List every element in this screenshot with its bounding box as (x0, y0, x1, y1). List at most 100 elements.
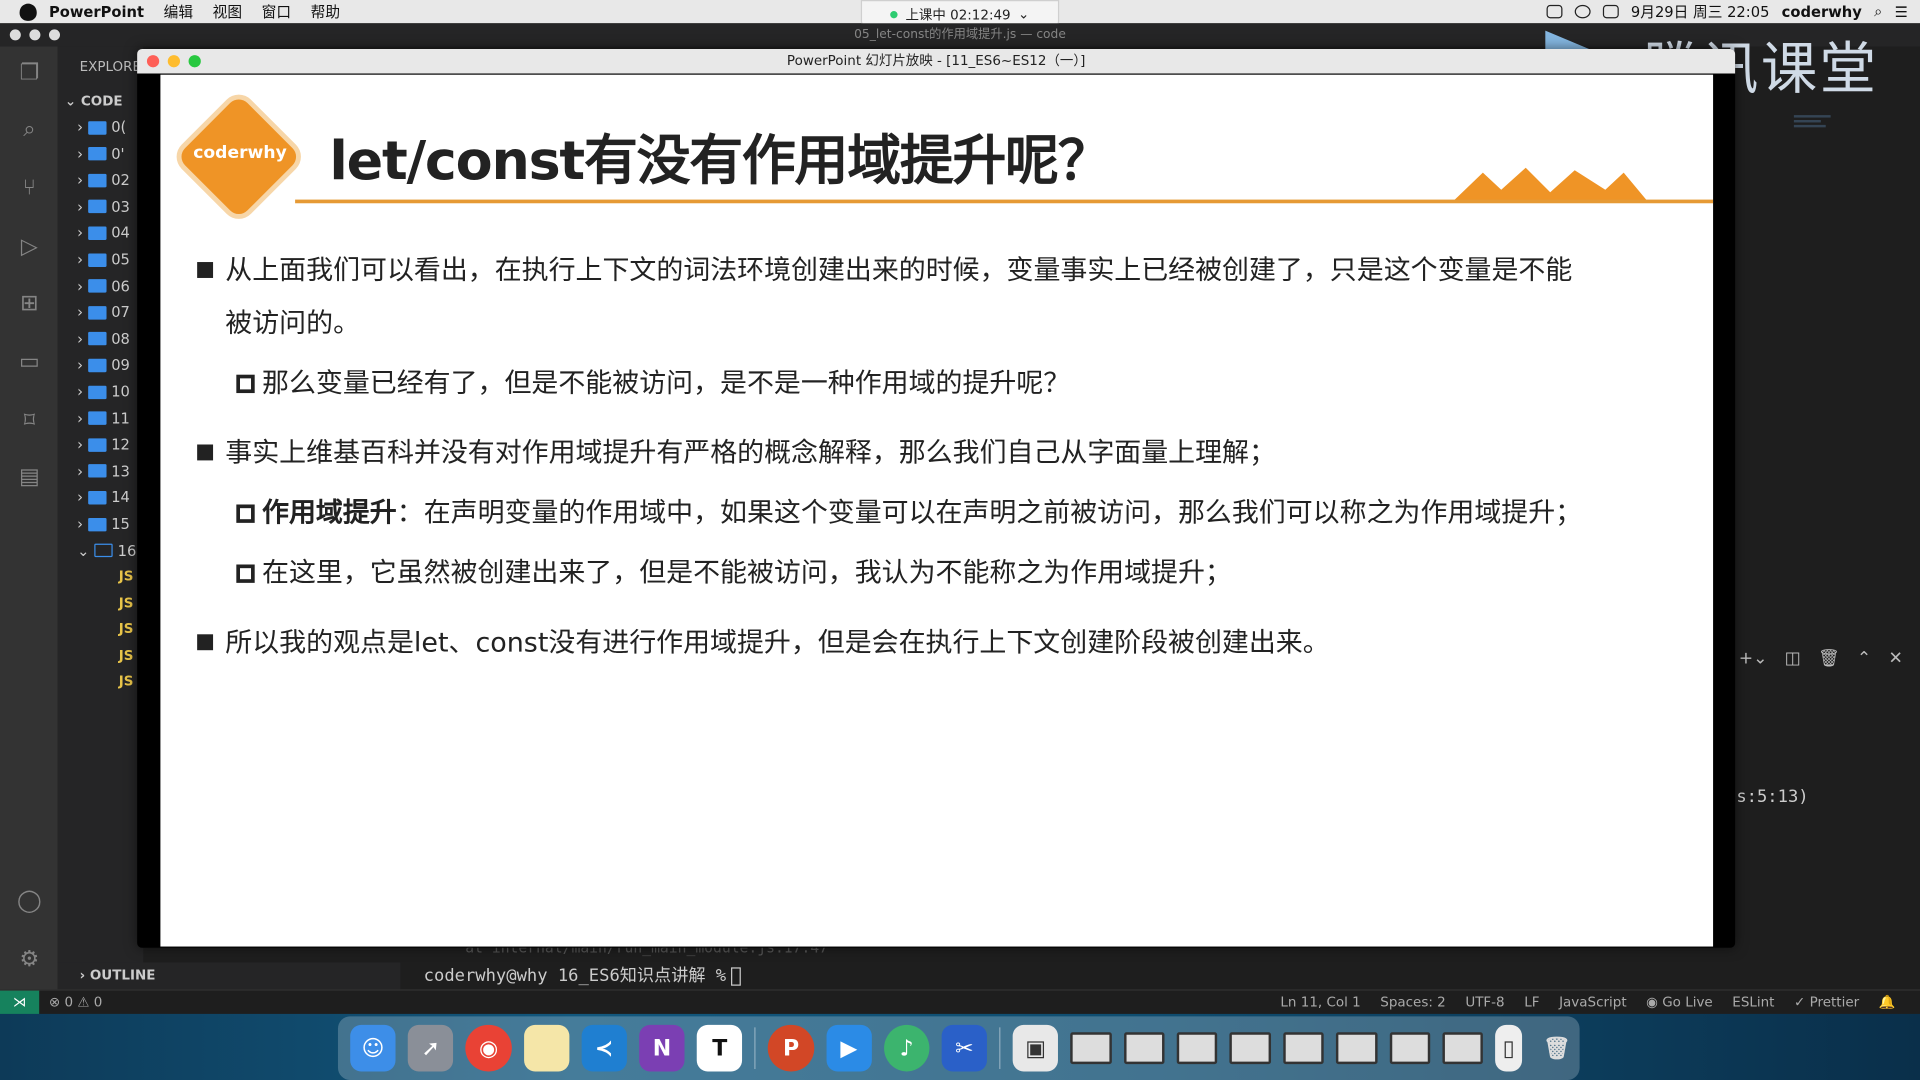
maximize-dot[interactable] (48, 29, 61, 41)
folder-item[interactable]: › 13 (77, 459, 130, 483)
powerpoint-icon[interactable]: P (768, 1024, 814, 1072)
finder-icon[interactable]: ☺ (350, 1024, 396, 1072)
menu-help[interactable]: 帮助 (311, 1, 340, 22)
account-icon[interactable]: ◯ (15, 887, 44, 916)
workspace-root[interactable]: ⌄ CODE (65, 93, 123, 109)
notes-icon[interactable] (523, 1024, 570, 1072)
terminal-prompt[interactable]: coderwhy@why 16_ES6知识点讲解 % (424, 962, 741, 986)
tencent-class-icon[interactable]: ▶ (826, 1024, 872, 1072)
project-manager-icon[interactable]: ▤ (15, 463, 44, 492)
apple-icon[interactable] (19, 3, 37, 21)
wifi-icon[interactable] (1574, 4, 1591, 19)
minimized-window-thumb[interactable] (1123, 1032, 1165, 1065)
menubar-date[interactable]: 9月29日 周三 22:05 (1631, 1, 1770, 22)
outline-section[interactable]: › OUTLINE (57, 962, 401, 990)
logo-text: coderwhy (193, 143, 287, 163)
encoding[interactable]: UTF-8 (1465, 994, 1504, 1010)
document-icon[interactable]: ▯ (1495, 1024, 1522, 1072)
menu-edit[interactable]: 编辑 (164, 1, 193, 22)
remote-indicator[interactable]: ⋊ (0, 990, 40, 1015)
cursor-position[interactable]: Ln 11, Col 1 (1280, 994, 1360, 1010)
trash-icon[interactable]: 🗑 (1818, 649, 1840, 669)
minimap[interactable] (1793, 115, 1843, 135)
prettier-status[interactable]: ✓ Prettier (1794, 994, 1859, 1010)
search-icon[interactable]: ⌕ (15, 115, 44, 144)
folder-item[interactable]: › 0( (77, 115, 126, 139)
slide[interactable]: coderwhy let/const有没有作用域提升呢？ 从上面我们可以看出，在… (160, 74, 1714, 947)
trash-icon[interactable]: 🗑 (1534, 1025, 1580, 1072)
js-file-icon[interactable]: JS (119, 568, 134, 584)
bookmark-icon[interactable]: ⌑ (15, 407, 44, 436)
minimize-dot[interactable] (29, 29, 41, 41)
problems-count[interactable]: ⊗ 0 ⚠ 0 (49, 994, 102, 1010)
square-bullet-icon (197, 262, 214, 278)
indentation[interactable]: Spaces: 2 (1380, 994, 1445, 1010)
notifications-icon[interactable]: 🔔 (1879, 994, 1896, 1010)
launchpad-icon[interactable]: ➚ (408, 1024, 454, 1072)
qqmusic-icon[interactable]: ♪ (883, 1024, 930, 1072)
preview-icon[interactable]: ▣ (1012, 1024, 1059, 1072)
folder-item[interactable]: › 05 (77, 247, 130, 271)
minimized-window-thumb[interactable] (1283, 1032, 1324, 1065)
extensions-icon[interactable]: ⊞ (15, 289, 44, 318)
minimized-window-thumb[interactable] (1442, 1032, 1484, 1065)
js-file-icon[interactable]: JS (119, 648, 134, 664)
control-center-icon[interactable]: ☰ (1895, 3, 1908, 20)
folder-item[interactable]: › 11 (77, 406, 130, 430)
minimize-button[interactable] (167, 55, 181, 68)
minimized-window-thumb[interactable] (1336, 1032, 1378, 1065)
search-icon[interactable]: ⌕ (1874, 2, 1882, 20)
powerpoint-slideshow-window[interactable]: PowerPoint 幻灯片放映 - [11_ES6~ES12（一）] code… (137, 48, 1736, 948)
bluetooth-icon[interactable] (1602, 4, 1619, 19)
typora-icon[interactable]: T (697, 1024, 743, 1072)
folder-item[interactable]: › 0' (77, 142, 124, 166)
folder-item[interactable]: › 08 (77, 327, 130, 351)
snipaste-icon[interactable]: ✂ (941, 1024, 988, 1072)
close-dot[interactable] (9, 29, 21, 41)
run-debug-icon[interactable]: ▷ (15, 233, 44, 262)
onenote-icon[interactable]: N (639, 1024, 685, 1072)
end-of-line[interactable]: LF (1524, 994, 1539, 1010)
folder-item[interactable]: › 14 (77, 485, 130, 509)
folder-label: 15 (111, 515, 130, 533)
language-mode[interactable]: JavaScript (1559, 994, 1627, 1010)
chrome-icon[interactable]: ◉ (465, 1024, 512, 1072)
folder-item[interactable]: › 10 (77, 380, 130, 404)
minimized-window-thumb[interactable] (1229, 1032, 1271, 1065)
folder-item[interactable]: › 15 (77, 512, 130, 536)
remote-explorer-icon[interactable]: ▭ (15, 348, 44, 377)
folder-icon (87, 437, 107, 452)
editor-area[interactable] (1714, 46, 1920, 990)
folder-item[interactable]: › 02 (77, 168, 130, 192)
gear-icon[interactable]: ⚙ (15, 945, 44, 974)
folder-item[interactable]: › 03 (77, 194, 130, 218)
maximize-panel-icon[interactable]: ⌃ (1857, 649, 1871, 669)
minimized-window-thumb[interactable] (1070, 1032, 1112, 1065)
js-file-icon[interactable]: JS (119, 674, 134, 690)
vscode-icon[interactable]: ≺ (581, 1024, 627, 1072)
close-button[interactable] (146, 55, 160, 68)
new-terminal-icon[interactable]: +⌄ (1739, 649, 1768, 669)
screen-record-icon[interactable] (1546, 4, 1563, 19)
close-icon[interactable]: ✕ (1888, 649, 1902, 669)
go-live-button[interactable]: ◉ Go Live (1646, 994, 1713, 1010)
minimized-window-thumb[interactable] (1176, 1032, 1218, 1065)
folder-item[interactable]: › 12 (77, 432, 130, 456)
source-control-icon[interactable]: ⑂ (15, 174, 44, 203)
menu-window[interactable]: 窗口 (262, 1, 291, 22)
minimized-window-thumb[interactable] (1389, 1032, 1431, 1065)
js-file-icon[interactable]: JS (119, 595, 134, 611)
menubar-user[interactable]: coderwhy (1782, 3, 1862, 20)
folder-item[interactable]: › 06 (77, 274, 130, 298)
eslint-status[interactable]: ESLint (1732, 994, 1774, 1010)
js-file-icon[interactable]: JS (119, 621, 134, 637)
folder-item[interactable]: › 04 (77, 221, 130, 245)
menu-app-name[interactable]: PowerPoint (49, 3, 144, 20)
maximize-button[interactable] (188, 55, 201, 68)
folder-item[interactable]: ⌄ 16 (77, 538, 136, 562)
split-terminal-icon[interactable]: ◫ (1785, 649, 1801, 669)
folder-item[interactable]: › 07 (77, 300, 130, 324)
folder-item[interactable]: › 09 (77, 353, 130, 377)
menu-view[interactable]: 视图 (213, 1, 242, 22)
explorer-icon[interactable]: ❐ (15, 59, 44, 88)
